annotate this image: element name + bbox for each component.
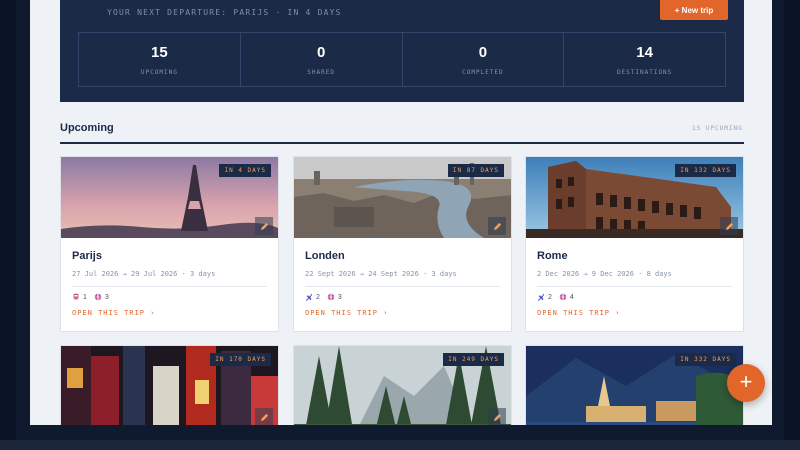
place-count-value: 3 <box>104 293 109 301</box>
app-screen: YOUR NEXT DEPARTURE: PARIJS · IN 4 DAYS … <box>30 0 772 425</box>
add-trip-fab-button[interactable]: + <box>727 364 765 402</box>
stat-value: 14 <box>636 43 653 61</box>
open-trip-link[interactable]: OPEN THIS TRIP › <box>537 309 732 317</box>
trip-photo-rome: IN 132 DAYS <box>526 157 743 238</box>
transport-count: 2 <box>537 293 552 301</box>
edit-trip-button[interactable] <box>720 217 738 235</box>
train-icon <box>73 293 79 300</box>
days-badge: IN 87 DAYS <box>447 164 504 177</box>
pencil-icon <box>493 413 501 421</box>
new-trip-button[interactable]: + New trip <box>660 0 728 20</box>
place-count: 3 <box>94 293 109 301</box>
days-badge: IN 132 DAYS <box>675 164 736 177</box>
pencil-icon <box>260 222 268 230</box>
trip-photo-paris: IN 4 DAYS <box>61 157 278 238</box>
plane-icon <box>305 293 313 301</box>
hero-banner: YOUR NEXT DEPARTURE: PARIJS · IN 4 DAYS … <box>60 0 744 102</box>
days-badge: IN 4 DAYS <box>219 164 271 177</box>
pencil-icon <box>260 413 268 421</box>
trip-card[interactable]: IN 249 DAYS <box>293 345 512 425</box>
edit-trip-button[interactable] <box>255 217 273 235</box>
trip-dates: 22 Sept 2026 → 24 Sept 2026 · 3 days <box>305 270 457 278</box>
pencil-icon <box>725 222 733 230</box>
transport-count-value: 2 <box>316 293 320 301</box>
transport-count: 1 <box>72 293 87 301</box>
stat-upcoming: 15 UPCOMING <box>79 33 241 86</box>
trip-city: Rome <box>537 250 568 262</box>
transport-count-value: 2 <box>548 293 552 301</box>
trip-meta: 2 3 <box>305 293 500 301</box>
trip-card-londen[interactable]: IN 87 DAYS Londen 22 Sept 2026 → 24 Sept… <box>293 156 512 332</box>
trip-city: Londen <box>305 250 345 262</box>
section-divider <box>60 142 744 144</box>
stat-completed: 0 COMPLETED <box>403 33 565 86</box>
stat-label: SHARED <box>307 68 335 76</box>
trip-card[interactable]: IN 170 DAYS <box>60 345 279 425</box>
place-count: 4 <box>559 293 574 301</box>
stat-destinations: 14 DESTINATIONS <box>564 33 725 86</box>
stat-value: 15 <box>151 43 168 61</box>
trip-card[interactable]: IN 332 DAYS <box>525 345 744 425</box>
plane-icon <box>537 293 545 301</box>
trip-dates: 2 Dec 2026 → 9 Dec 2026 · 8 days <box>537 270 672 278</box>
trip-card-rome[interactable]: IN 132 DAYS Rome 2 Dec 2026 → 9 Dec 2026… <box>525 156 744 332</box>
monitor-bezel-right <box>784 0 800 450</box>
open-trip-link[interactable]: OPEN THIS TRIP › <box>305 309 500 317</box>
section-title: Upcoming <box>60 122 114 134</box>
stats-panel: 15 UPCOMING 0 SHARED 0 COMPLETED 14 DEST… <box>78 32 726 87</box>
stat-value: 0 <box>478 43 488 61</box>
pencil-icon <box>493 222 501 230</box>
globe-icon <box>94 293 102 301</box>
section-count: 15 UPCOMING <box>692 125 743 132</box>
transport-count: 2 <box>305 293 320 301</box>
monitor-bottom-bar <box>0 440 800 450</box>
trip-photo-london: IN 87 DAYS <box>294 157 511 238</box>
edit-trip-button[interactable] <box>488 408 506 425</box>
trip-dates: 27 Jul 2026 → 29 Jul 2026 · 3 days <box>72 270 216 278</box>
card-divider <box>72 286 267 287</box>
stat-value: 0 <box>316 43 326 61</box>
days-badge: IN 249 DAYS <box>443 353 504 366</box>
trip-city: Parijs <box>72 250 102 262</box>
open-trip-link[interactable]: OPEN THIS TRIP › <box>72 309 267 317</box>
trip-photo-city-night: IN 170 DAYS <box>61 346 278 425</box>
next-departure-text: YOUR NEXT DEPARTURE: PARIJS · IN 4 DAYS <box>107 8 342 17</box>
stat-shared: 0 SHARED <box>241 33 403 86</box>
globe-icon <box>327 293 335 301</box>
monitor-bezel-left <box>0 0 16 450</box>
trip-meta: 2 4 <box>537 293 732 301</box>
card-divider <box>537 286 732 287</box>
trip-meta: 1 3 <box>72 293 267 301</box>
stat-label: COMPLETED <box>462 68 504 76</box>
trip-photo-lake-village: IN 332 DAYS <box>526 346 743 425</box>
stat-label: UPCOMING <box>140 68 178 76</box>
stat-label: DESTINATIONS <box>616 68 673 76</box>
days-badge: IN 332 DAYS <box>675 353 736 366</box>
globe-icon <box>559 293 567 301</box>
trip-card-parijs[interactable]: IN 4 DAYS Parijs 27 Jul 2026 → 29 Jul 20… <box>60 156 279 332</box>
transport-count-value: 1 <box>83 293 87 301</box>
trip-photo-forest: IN 249 DAYS <box>294 346 511 425</box>
days-badge: IN 170 DAYS <box>210 353 271 366</box>
edit-trip-button[interactable] <box>255 408 273 425</box>
card-divider <box>305 286 500 287</box>
place-count-value: 3 <box>337 293 342 301</box>
place-count-value: 4 <box>569 293 574 301</box>
place-count: 3 <box>327 293 342 301</box>
edit-trip-button[interactable] <box>488 217 506 235</box>
